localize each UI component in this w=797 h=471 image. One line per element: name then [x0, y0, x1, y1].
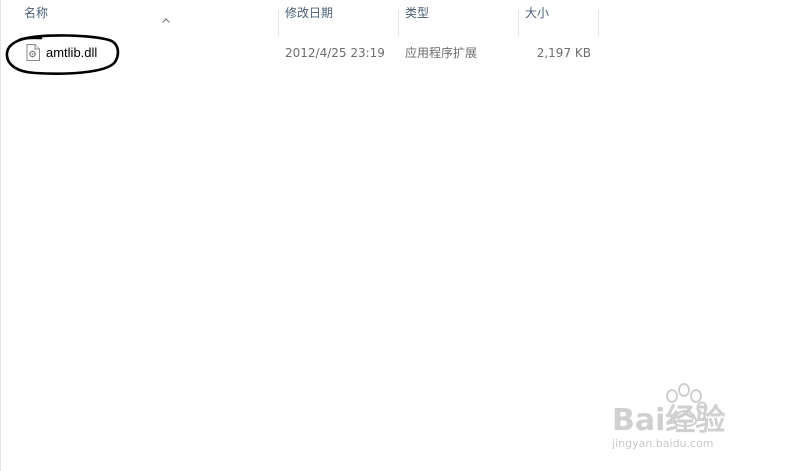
column-header-size-label: 大小 [525, 6, 550, 20]
sort-ascending-icon [162, 18, 170, 23]
watermark-url: jingyan.baidu.com [611, 437, 714, 450]
hand-drawn-highlight-circle [5, 34, 120, 75]
column-header-type[interactable]: 类型 [399, 6, 519, 36]
file-explorer-window: 名称 修改日期 类型 大小 amtlib.dll 2012/4/25 23:19… [0, 0, 797, 471]
column-header-date-label: 修改日期 [285, 6, 334, 20]
column-header-name[interactable]: 名称 [18, 6, 279, 36]
file-modified-date: 2012/4/25 23:19 [285, 46, 385, 60]
column-header-bar: 名称 修改日期 类型 大小 [1, 0, 599, 36]
column-header-date-modified[interactable]: 修改日期 [279, 6, 399, 36]
column-header-name-label: 名称 [24, 6, 49, 20]
column-header-size[interactable]: 大小 [519, 6, 599, 36]
baidu-jingyan-watermark: Bai经验 jingyan.baidu.com [611, 383, 725, 450]
column-header-type-label: 类型 [405, 6, 430, 20]
watermark-brand: Bai经验 [612, 403, 725, 438]
file-size: 2,197 KB [536, 46, 591, 60]
file-type: 应用程序扩展 [405, 46, 478, 60]
